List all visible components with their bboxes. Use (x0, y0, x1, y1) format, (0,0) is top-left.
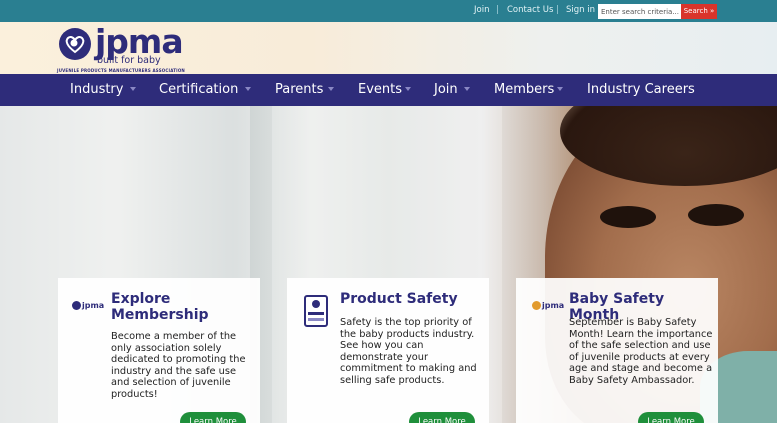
jpma-logo-icon: jpma (72, 293, 104, 312)
contact-us-link[interactable]: Contact Us (507, 5, 553, 15)
jpma-logo-icon: jpma (532, 293, 564, 312)
chevron-down-icon (245, 87, 251, 91)
utility-bar: Join | Contact Us | Sign in Search » (0, 0, 777, 22)
learn-more-button[interactable]: Learn More (180, 412, 246, 423)
brand-tagline: built for baby (97, 55, 161, 66)
card-title-line: Explore (111, 291, 171, 307)
chevron-down-icon (557, 87, 563, 91)
jpma-logo[interactable]: jpma built for baby JUVENILE PRODUCTS MA… (57, 22, 187, 73)
brand-full-name: JUVENILE PRODUCTS MANUFACTURERS ASSOCIAT… (57, 68, 185, 73)
nav-item-industry[interactable]: Industry (70, 82, 123, 97)
hero-baby-eye (600, 206, 656, 228)
product-safety-card: Product Safety Safety is the top priorit… (287, 278, 489, 423)
card-body: September is Baby Safety Month! Learn th… (569, 317, 713, 386)
learn-more-button[interactable]: Learn More (409, 412, 475, 423)
card-body: Become a member of the only association … (111, 331, 246, 400)
main-nav: Industry Certification Parents Events Jo… (0, 74, 777, 106)
card-title: Product Safety (340, 291, 458, 307)
nav-item-members[interactable]: Members (494, 82, 554, 97)
learn-more-button[interactable]: Learn More (638, 412, 704, 423)
membership-card: jpma Explore Membership Become a member … (58, 278, 260, 423)
nav-item-certification[interactable]: Certification (159, 82, 238, 97)
site-header: jpma built for baby JUVENILE PRODUCTS MA… (0, 22, 777, 74)
card-title-line: Membership (111, 306, 209, 323)
card-title: Explore Membership (111, 291, 256, 323)
search-input[interactable] (598, 4, 681, 19)
chevron-down-icon (328, 87, 334, 91)
join-link[interactable]: Join (474, 5, 489, 15)
nav-item-events[interactable]: Events (358, 82, 402, 97)
heart-logo-icon (59, 28, 91, 60)
chevron-down-icon (130, 87, 136, 91)
sign-in-link[interactable]: Sign in (566, 5, 595, 15)
divider: | (496, 5, 499, 15)
divider: | (556, 5, 559, 15)
search-button[interactable]: Search » (681, 4, 717, 19)
hero-baby-eye (688, 204, 744, 226)
chevron-down-icon (405, 87, 411, 91)
baby-safety-month-card: jpma Baby Safety Month September is Baby… (516, 278, 718, 423)
nav-item-parents[interactable]: Parents (275, 82, 323, 97)
nav-item-join[interactable]: Join (434, 82, 458, 97)
nav-item-industry-careers[interactable]: Industry Careers (587, 82, 695, 97)
certification-badge-icon (304, 295, 328, 327)
card-body: Safety is the top priority of the baby p… (340, 317, 477, 386)
chevron-down-icon (464, 87, 470, 91)
